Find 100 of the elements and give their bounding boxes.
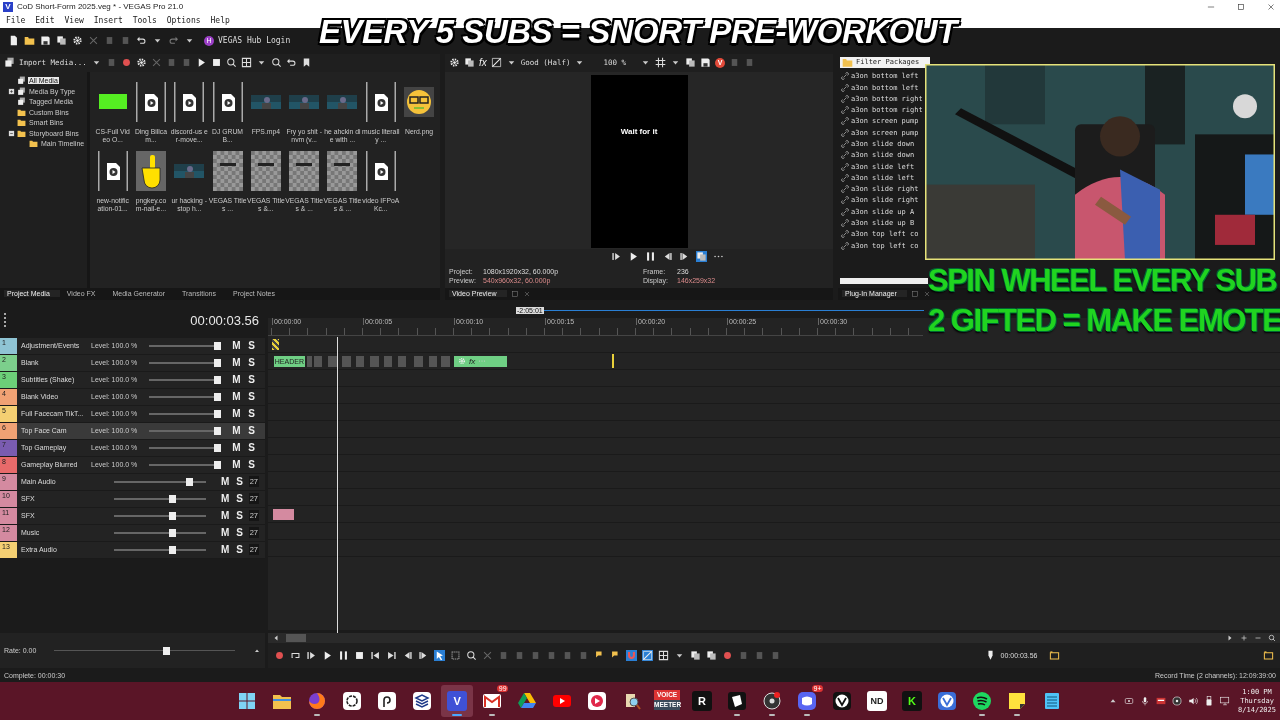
collapse-icon[interactable] xyxy=(8,129,15,137)
menu-item[interactable]: Options xyxy=(166,16,201,26)
solo-button[interactable]: S xyxy=(246,357,257,368)
monitor-icon[interactable] xyxy=(1220,696,1231,707)
mute-button[interactable]: M xyxy=(231,408,242,419)
mute-button[interactable]: M xyxy=(231,425,242,436)
undo-icon[interactable] xyxy=(136,35,147,47)
menu-item[interactable]: Edit xyxy=(35,16,55,26)
mute-button[interactable]: M xyxy=(231,442,242,453)
solo-button[interactable]: S xyxy=(234,544,245,555)
expand-icon[interactable] xyxy=(8,87,15,95)
play-from-start-icon[interactable] xyxy=(306,650,317,662)
level-slider[interactable] xyxy=(149,392,221,401)
search-icon[interactable] xyxy=(1268,633,1276,642)
slider-thumb[interactable] xyxy=(169,545,177,554)
record-icon[interactable] xyxy=(722,650,733,662)
video-event[interactable]: fx xyxy=(454,355,507,367)
slider-thumb[interactable] xyxy=(214,392,221,401)
search-icon[interactable] xyxy=(270,57,282,69)
mute-button[interactable]: M xyxy=(219,527,231,538)
save-icon[interactable] xyxy=(700,57,712,69)
mute-button[interactable]: M xyxy=(219,493,231,504)
stop-icon[interactable] xyxy=(354,650,365,662)
video-event[interactable] xyxy=(272,338,280,350)
volume-icon[interactable] xyxy=(1188,696,1199,707)
taskbar-app[interactable]: ND xyxy=(861,685,894,718)
level-slider[interactable] xyxy=(149,460,221,469)
taskbar-app[interactable]: V xyxy=(441,685,474,718)
square-icon[interactable] xyxy=(450,650,461,662)
microphone-icon[interactable] xyxy=(1140,696,1151,707)
frame-back-icon[interactable] xyxy=(402,650,413,662)
network-icon[interactable] xyxy=(1124,696,1135,707)
level-slider[interactable] xyxy=(149,375,221,384)
slider-thumb[interactable] xyxy=(214,426,221,435)
slider-thumb[interactable] xyxy=(214,443,221,452)
slider-thumb[interactable] xyxy=(214,460,221,469)
slider-thumb[interactable] xyxy=(162,646,170,655)
solo-button[interactable]: S xyxy=(246,408,257,419)
mute-button[interactable]: M xyxy=(219,476,231,487)
folder-icon[interactable] xyxy=(24,35,35,47)
slider-thumb[interactable] xyxy=(186,477,194,486)
record-icon[interactable] xyxy=(120,57,132,69)
copy-icon[interactable] xyxy=(706,650,717,662)
record-icon[interactable] xyxy=(274,650,285,662)
scroll-right-icon[interactable] xyxy=(1226,633,1234,642)
level-slider[interactable] xyxy=(149,443,221,452)
stop-icon[interactable] xyxy=(210,57,222,69)
menu-item[interactable]: View xyxy=(64,16,84,26)
solo-button[interactable]: S xyxy=(246,459,257,470)
fx-button[interactable]: fx xyxy=(479,57,487,69)
copy-icon[interactable] xyxy=(56,35,67,47)
copy-icon[interactable] xyxy=(685,57,697,69)
media-stack-icon[interactable] xyxy=(4,57,15,69)
menu-item[interactable]: Insert xyxy=(93,16,123,26)
cut-icon[interactable] xyxy=(88,35,99,47)
maximize-icon[interactable] xyxy=(1236,1,1246,12)
play-icon[interactable] xyxy=(322,650,333,662)
mute-button[interactable]: M xyxy=(219,510,231,521)
solo-button[interactable]: S xyxy=(246,425,257,436)
cut-icon[interactable] xyxy=(482,650,493,662)
cursor-icon[interactable] xyxy=(434,650,445,662)
split-icon[interactable] xyxy=(642,650,653,662)
undo-icon[interactable] xyxy=(285,57,297,69)
scroll-left-icon[interactable] xyxy=(272,633,280,642)
pause-icon[interactable] xyxy=(644,251,656,262)
grid-icon[interactable] xyxy=(655,57,667,69)
slider-thumb[interactable] xyxy=(169,494,177,503)
save-icon[interactable] xyxy=(40,35,51,47)
previous-icon[interactable] xyxy=(370,650,381,662)
zoom-in-icon[interactable] xyxy=(1240,633,1248,642)
solo-button[interactable]: S xyxy=(246,374,257,385)
search-icon[interactable] xyxy=(466,650,477,662)
slider-thumb[interactable] xyxy=(214,341,221,350)
taskbar-app[interactable]: K xyxy=(896,685,929,718)
split-icon[interactable] xyxy=(490,57,502,69)
frame-forward-icon[interactable] xyxy=(678,251,690,262)
settings-icon[interactable] xyxy=(135,57,147,69)
level-slider[interactable] xyxy=(149,358,221,367)
level-slider[interactable] xyxy=(149,426,221,435)
grid-icon[interactable] xyxy=(658,650,669,662)
slider-thumb[interactable] xyxy=(214,358,221,367)
region-icon[interactable] xyxy=(1048,650,1060,662)
solo-button[interactable]: S xyxy=(246,340,257,351)
split-screen-button[interactable] xyxy=(695,251,707,262)
settings-icon[interactable] xyxy=(72,35,83,47)
slider-thumb[interactable] xyxy=(214,409,221,418)
mute-button[interactable]: M xyxy=(219,544,231,555)
mute-button[interactable]: M xyxy=(231,357,242,368)
solo-button[interactable]: S xyxy=(234,493,245,504)
scroll-thumb[interactable] xyxy=(286,633,306,642)
region-icon[interactable] xyxy=(1263,650,1274,662)
mute-button[interactable]: M xyxy=(231,374,242,385)
mute-button[interactable]: M xyxy=(231,459,242,470)
recording-app-icon[interactable] xyxy=(1172,696,1183,707)
copy-icon[interactable] xyxy=(464,57,475,69)
next-icon[interactable] xyxy=(386,650,397,662)
copy-icon[interactable] xyxy=(690,650,701,662)
close-icon[interactable] xyxy=(1266,1,1276,12)
level-slider[interactable] xyxy=(149,341,221,350)
pause-icon[interactable] xyxy=(338,650,349,662)
